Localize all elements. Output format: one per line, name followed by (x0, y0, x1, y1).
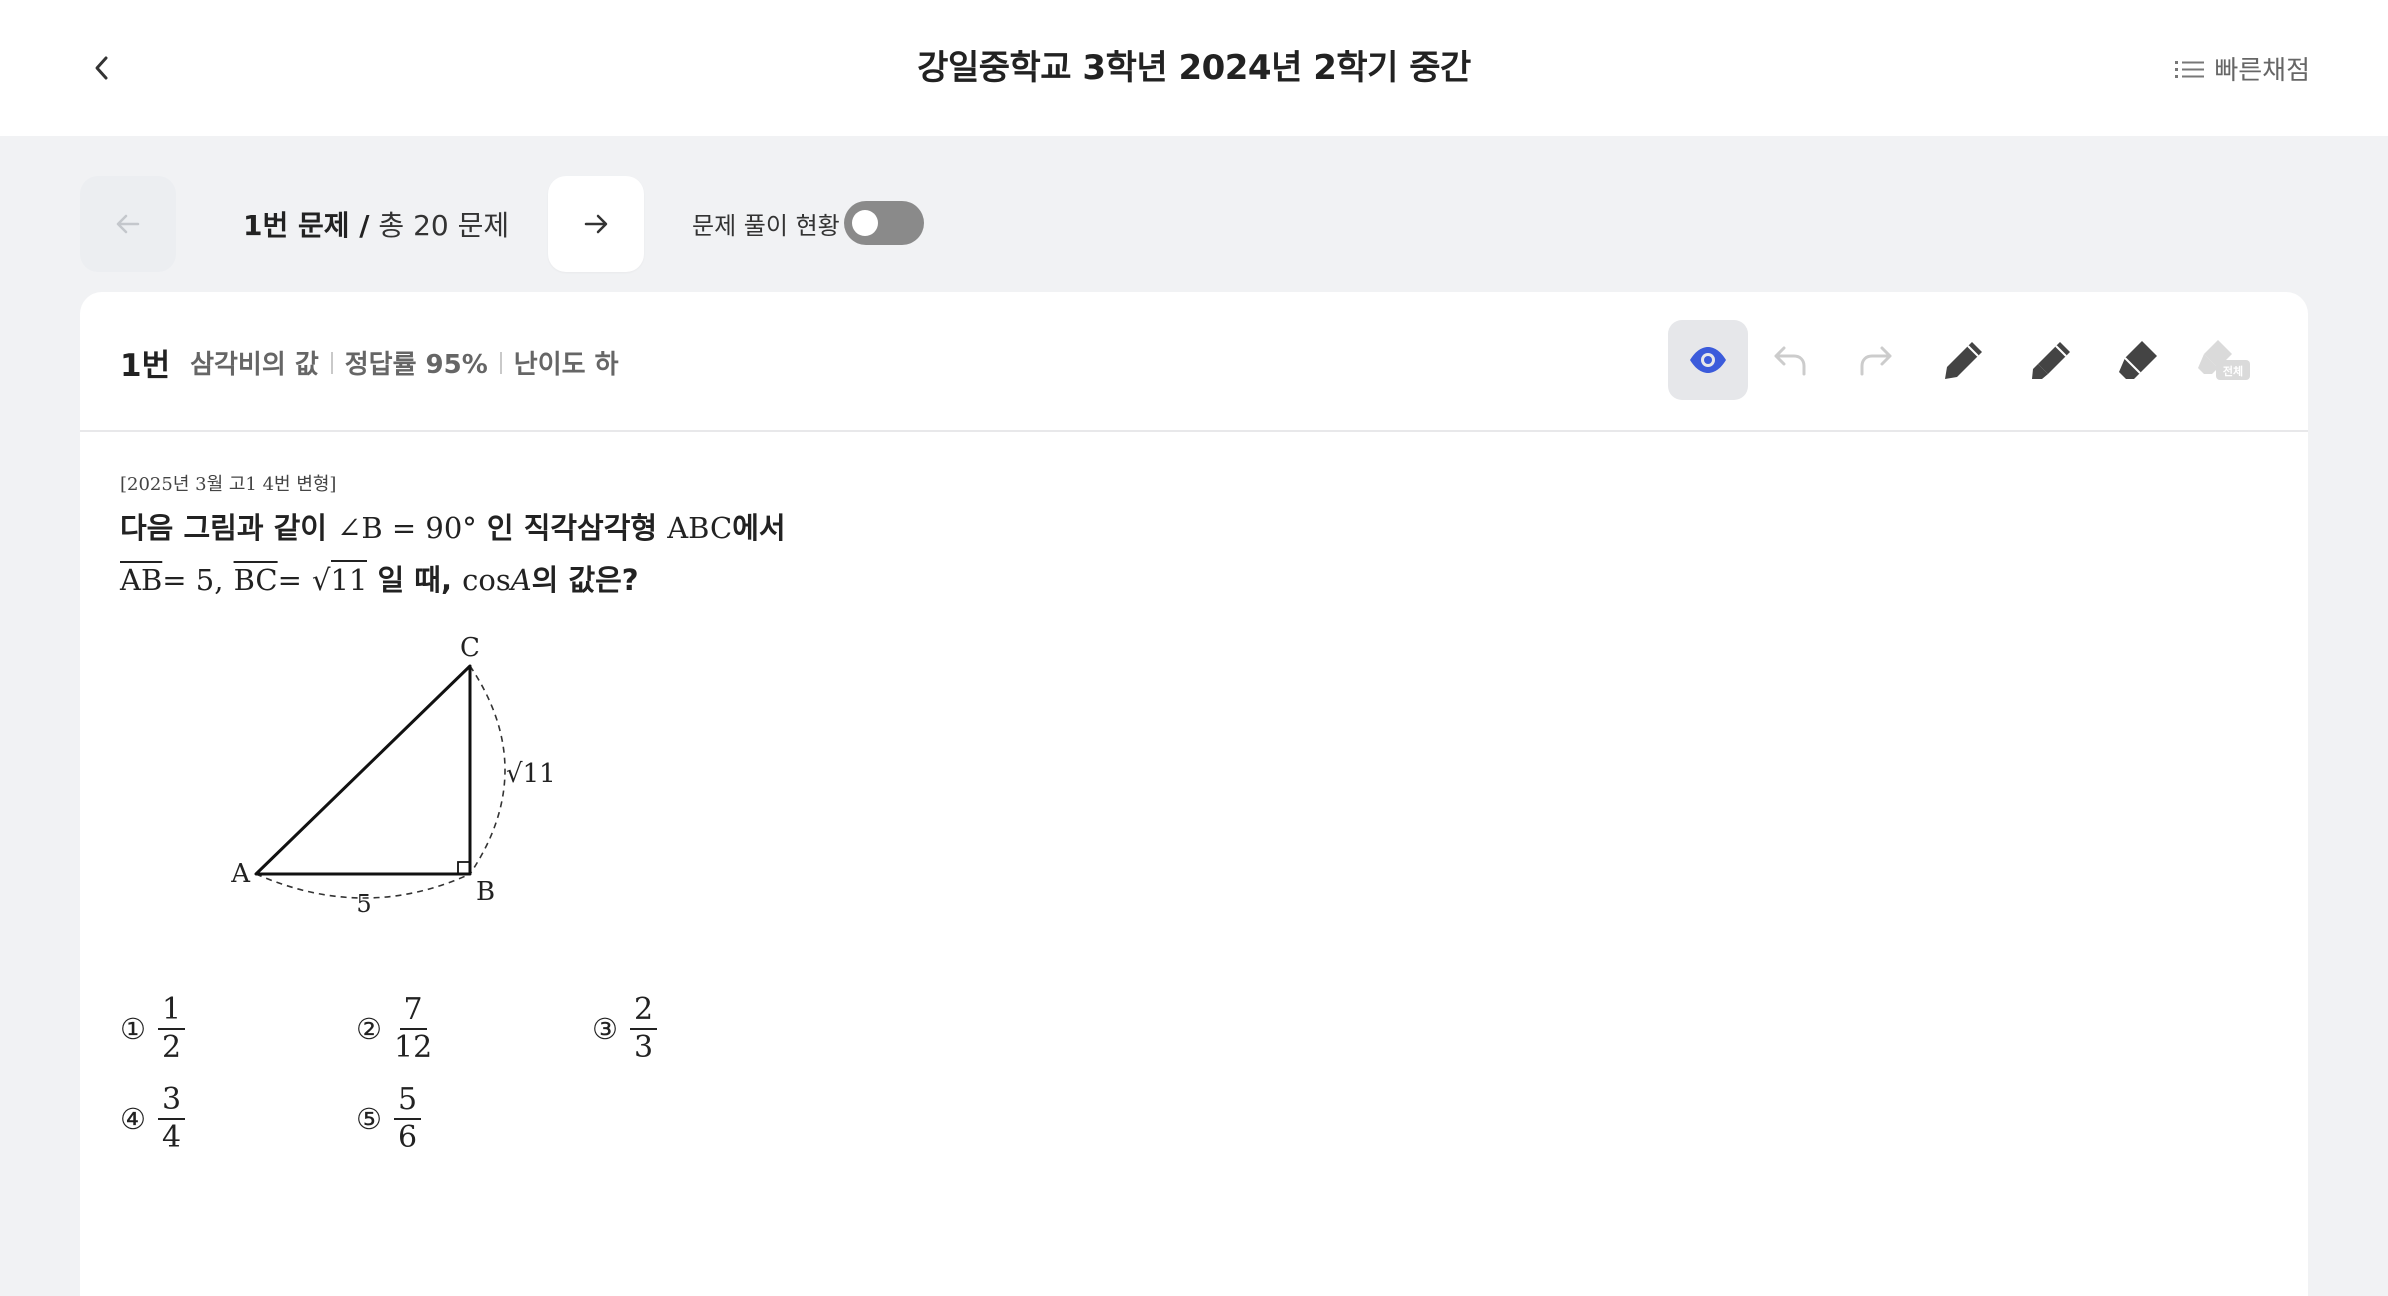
prev-question-button[interactable] (80, 176, 176, 272)
choice-1[interactable]: ① 12 (120, 992, 186, 1066)
quick-grade-label: 빠른채점 (2214, 56, 2310, 86)
choice-5[interactable]: ⑤ 56 (356, 1082, 422, 1156)
choice-number: ④ (120, 1102, 146, 1136)
view-toggle-button[interactable] (1668, 320, 1748, 400)
redo-button[interactable] (1836, 320, 1916, 400)
choice-number: ② (356, 1012, 382, 1046)
denominator: 2 (162, 1030, 182, 1065)
question-text-line1: 다음 그림과 같이 ∠B = 90° 인 직각삼각형 ABC에서 (120, 506, 786, 550)
ab-value: = 5, (162, 563, 224, 597)
text-segment: 에서 (732, 511, 786, 545)
question-counter: 1번 문제 / 총 20 문제 (243, 204, 509, 244)
denominator: 4 (162, 1120, 182, 1155)
eye-icon (1690, 347, 1726, 373)
cos-function: cos (462, 563, 511, 597)
bc-value: 11 (330, 560, 368, 597)
text-segment: 의 값은? (531, 563, 639, 597)
side-ab-label: 5 (356, 890, 371, 918)
segment-bc: BC (233, 563, 278, 597)
numerator: 1 (158, 992, 186, 1030)
page-title: 강일중학교 3학년 2024년 2학기 중간 (917, 48, 1471, 88)
next-question-button[interactable] (548, 176, 644, 272)
undo-icon (1774, 346, 1806, 376)
numerator: 5 (394, 1082, 422, 1120)
text-segment: 일 때, (377, 563, 453, 597)
right-angle-mark (457, 861, 470, 874)
choice-number: ⑤ (356, 1102, 382, 1136)
total-questions: 총 20 문제 (378, 209, 510, 242)
highlighter-button[interactable] (2012, 320, 2092, 400)
cos-variable: A (510, 563, 532, 597)
choice-3[interactable]: ③ 23 (592, 992, 658, 1066)
text-segment: 다음 그림과 같이 (120, 511, 327, 545)
pen-button[interactable] (1924, 320, 2004, 400)
redo-icon (1860, 346, 1892, 376)
eraser-all-icon: 전체 (2198, 340, 2250, 380)
question-header: 1번 삼각비의 값 정답률 95% 난이도 하 전체 (80, 292, 2308, 432)
toggle-knob (852, 210, 878, 236)
question-number: 1번 (120, 348, 171, 384)
vertex-a-label: A (230, 859, 251, 889)
angle-expression: ∠B = 90° (337, 511, 477, 545)
question-meta: 1번 삼각비의 값 정답률 95% 난이도 하 (120, 340, 619, 385)
eraser-all-button[interactable]: 전체 (2184, 320, 2264, 400)
solve-status-toggle[interactable] (844, 201, 924, 245)
pen-icon (1945, 342, 1982, 379)
difficulty: 난이도 하 (513, 350, 619, 380)
solve-status-label: 문제 풀이 현황 (692, 212, 840, 240)
question-card: 1번 삼각비의 값 정답률 95% 난이도 하 전체 [2025년 3월 고1 … (80, 292, 2308, 1296)
eraser-icon (2119, 341, 2157, 379)
triangle-figure: A B C 5 √11 (230, 633, 556, 918)
quick-grade-button[interactable]: 빠른채점 (2174, 50, 2310, 87)
question-nav: 1번 문제 / 총 20 문제 문제 풀이 현황 (80, 176, 1080, 272)
vertex-c-label: C (460, 633, 480, 663)
meta-divider (499, 351, 502, 374)
app-header: 강일중학교 3학년 2024년 2학기 중간 빠른채점 (0, 0, 2388, 136)
side-bc-label: √11 (506, 759, 556, 789)
bc-equals: = (277, 563, 302, 597)
arrow-right-icon (584, 214, 608, 234)
numerator: 7 (399, 992, 427, 1030)
segment-ab: AB (120, 563, 163, 597)
choice-4[interactable]: ④ 34 (120, 1082, 186, 1156)
current-question: 1번 문제 / (243, 209, 370, 242)
choice-fraction: 12 (158, 992, 186, 1066)
choice-fraction: 7 12 (394, 992, 432, 1066)
question-text-line2: AB= 5, BC= √11 일 때, cosA의 값은? (120, 558, 786, 602)
denominator: 12 (394, 1030, 433, 1065)
text-segment: 인 직각삼각형 (486, 511, 658, 545)
arrow-left-icon (116, 214, 140, 234)
accuracy-rate: 정답률 95% (344, 350, 488, 380)
vertex-b-label: B (476, 877, 495, 907)
question-body: [2025년 3월 고1 4번 변형] 다음 그림과 같이 ∠B = 90° 인… (120, 470, 786, 602)
choice-fraction: 34 (158, 1082, 186, 1156)
highlighter-icon (2032, 342, 2070, 379)
list-icon (2175, 60, 2205, 78)
sqrt-symbol: √ (312, 563, 331, 597)
undo-button[interactable] (1750, 320, 1830, 400)
question-source: [2025년 3월 고1 4번 변형] (120, 474, 337, 495)
denominator: 6 (398, 1120, 418, 1155)
eraser-button[interactable] (2098, 320, 2178, 400)
choice-fraction: 56 (394, 1082, 422, 1156)
choice-fraction: 23 (630, 992, 658, 1066)
triangle-name: ABC (667, 511, 733, 545)
choice-number: ① (120, 1012, 146, 1046)
numerator: 2 (630, 992, 658, 1030)
choice-2[interactable]: ② 7 12 (356, 992, 432, 1066)
choice-number: ③ (592, 1012, 618, 1046)
side-bc-brace (469, 665, 506, 875)
meta-divider (330, 351, 333, 374)
eraser-all-label: 전체 (2223, 364, 2243, 378)
numerator: 3 (158, 1082, 186, 1120)
question-topic: 삼각비의 값 (190, 350, 319, 380)
denominator: 3 (634, 1030, 654, 1065)
triangle-abc (254, 664, 472, 876)
